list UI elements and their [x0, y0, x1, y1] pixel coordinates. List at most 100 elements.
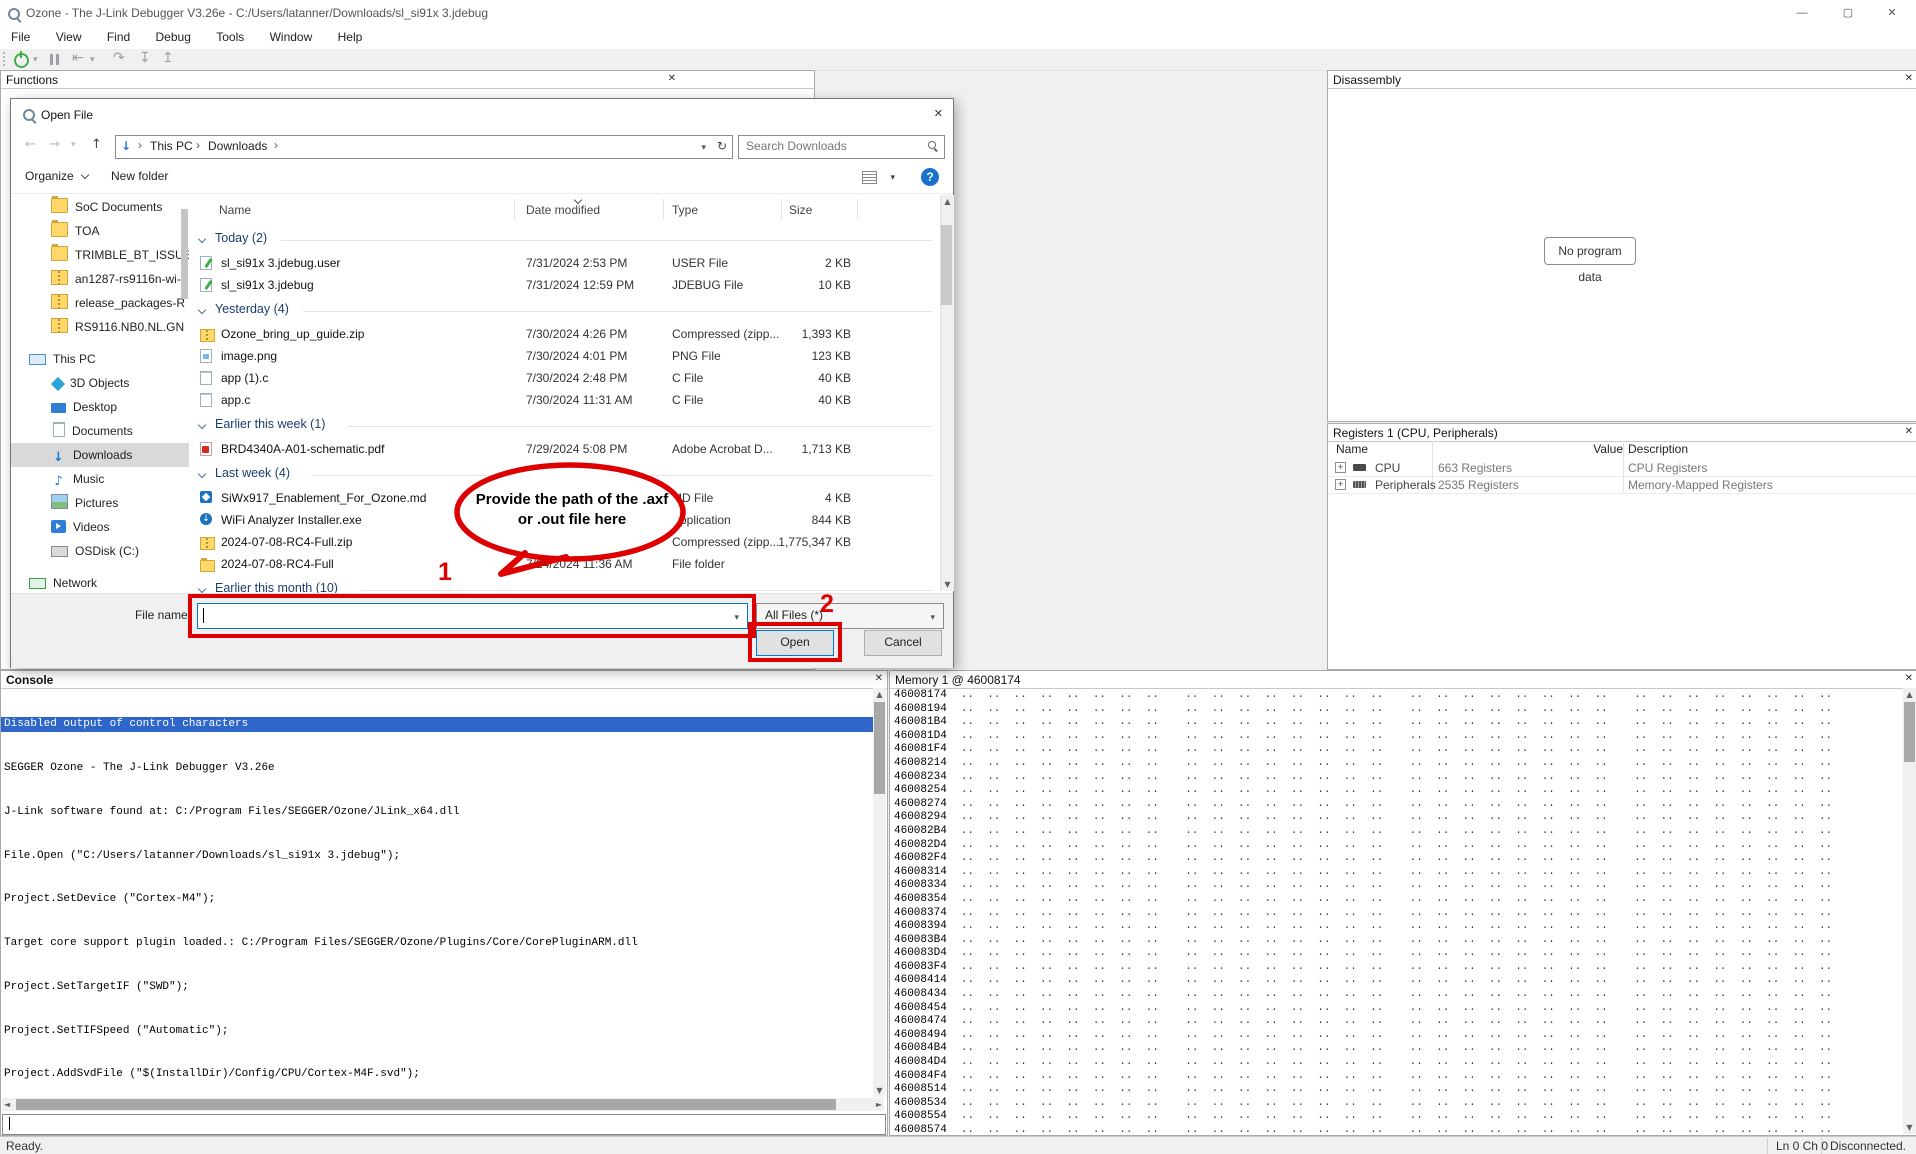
- sidebar-item-rs9116[interactable]: RS9116.NB0.NL.GN: [11, 315, 189, 339]
- scroll-down-icon[interactable]: ▼: [873, 1084, 886, 1097]
- debug-toolbar: ▾ ⇤ ▾ ↷ ↧ ↥: [0, 49, 1916, 71]
- menu-debug[interactable]: Debug: [145, 27, 202, 47]
- scroll-down-icon[interactable]: ▼: [1903, 1121, 1916, 1134]
- column-date-modified[interactable]: Date modified: [526, 203, 600, 217]
- breadcrumb-this-pc[interactable]: This PC: [150, 139, 193, 153]
- sidebar-item-this-pc[interactable]: This PC: [11, 347, 189, 371]
- sidebar-item-toa[interactable]: TOA: [11, 219, 189, 243]
- sidebar-item-trimble[interactable]: TRIMBLE_BT_ISSUE: [11, 243, 189, 267]
- column-name[interactable]: Name: [219, 203, 251, 217]
- sidebar-item-downloads[interactable]: ↓Downloads: [11, 443, 189, 467]
- menu-file[interactable]: File: [0, 27, 41, 47]
- register-name: CPU: [1375, 461, 1400, 475]
- reset-icon[interactable]: ⇤: [72, 50, 84, 66]
- file-row[interactable]: 2024-07-08-RC4-Full.zipCompressed (zipp.…: [191, 531, 940, 553]
- console-vscrollbar[interactable]: ▲ ▼: [873, 688, 886, 1097]
- sidebar-item-release-packages[interactable]: release_packages-R: [11, 291, 189, 315]
- step-out-icon[interactable]: ↥: [162, 50, 174, 66]
- step-into-icon[interactable]: ↧: [139, 50, 151, 66]
- file-row[interactable]: sl_si91x 3.jdebug.user7/31/2024 2:53 PMU…: [191, 252, 940, 274]
- breadcrumb[interactable]: ↓ › This PC › Downloads › ▾: [115, 135, 713, 159]
- up-icon[interactable]: ↑: [91, 137, 102, 152]
- file-row[interactable]: image.png7/30/2024 4:01 PMPNG File123 KB: [191, 345, 940, 367]
- file-row[interactable]: app (1).c7/30/2024 2:48 PMC File40 KB: [191, 367, 940, 389]
- reset-dropdown-icon[interactable]: ▾: [90, 55, 95, 65]
- memory-close-icon[interactable]: ✕: [1905, 673, 1913, 684]
- scroll-up-icon[interactable]: ▲: [873, 688, 886, 701]
- group-header-earlier-week[interactable]: Earlier this week (1): [191, 411, 940, 438]
- close-button[interactable]: ✕: [1870, 0, 1914, 27]
- console-command-input[interactable]: [2, 1114, 886, 1135]
- search-box[interactable]: [738, 135, 945, 159]
- history-dropdown-icon[interactable]: ▾: [71, 140, 76, 150]
- file-row[interactable]: sl_si91x 3.jdebug7/31/2024 12:59 PMJDEBU…: [191, 274, 940, 296]
- annotation-step-1: 1: [438, 558, 452, 587]
- menu-find[interactable]: Find: [96, 27, 141, 47]
- menu-help[interactable]: Help: [327, 27, 374, 47]
- new-folder-button[interactable]: New folder: [111, 169, 168, 183]
- sidebar-item-videos[interactable]: Videos: [11, 515, 189, 539]
- column-type[interactable]: Type: [672, 203, 698, 217]
- sidebar-item-osdisk[interactable]: OSDisk (C:): [11, 539, 189, 563]
- search-input[interactable]: [744, 138, 918, 154]
- pause-icon[interactable]: [56, 54, 59, 65]
- group-header-last-week[interactable]: Last week (4): [191, 460, 940, 487]
- search-icon: [928, 141, 936, 149]
- group-header-yesterday[interactable]: Yesterday (4): [191, 296, 940, 323]
- minimize-button[interactable]: —: [1780, 0, 1824, 27]
- back-icon[interactable]: ←: [25, 137, 36, 152]
- disassembly-close-icon[interactable]: ✕: [1905, 73, 1913, 84]
- file-row[interactable]: app.c7/30/2024 11:31 AMC File40 KB: [191, 389, 940, 411]
- scroll-thumb[interactable]: [941, 225, 952, 305]
- maximize-button[interactable]: ▢: [1826, 0, 1870, 27]
- sidebar-item-soc-documents[interactable]: SoC Documents: [11, 195, 189, 219]
- sidebar-item-desktop[interactable]: Desktop: [11, 395, 189, 419]
- sidebar-item-pictures[interactable]: Pictures: [11, 491, 189, 515]
- register-row-peripherals[interactable]: + Peripherals 2535 Registers Memory-Mapp…: [1328, 476, 1916, 494]
- power-debug-icon[interactable]: [14, 53, 29, 68]
- scroll-thumb[interactable]: [874, 702, 885, 794]
- sidebar-item-an1287[interactable]: an1287-rs9116n-wi-: [11, 267, 189, 291]
- menu-tools[interactable]: Tools: [205, 27, 255, 47]
- address-dropdown-icon[interactable]: ▾: [701, 143, 706, 153]
- functions-close-icon[interactable]: ✕: [668, 73, 676, 84]
- menu-view[interactable]: View: [45, 27, 93, 47]
- view-dropdown-icon[interactable]: ▾: [890, 173, 895, 183]
- scroll-down-icon[interactable]: ▼: [941, 578, 954, 591]
- sidebar-item-documents[interactable]: Documents: [11, 419, 189, 443]
- expand-icon[interactable]: +: [1335, 479, 1346, 490]
- sidebar-item-3d-objects[interactable]: 3D Objects: [11, 371, 189, 395]
- organize-button[interactable]: Organize: [25, 169, 88, 183]
- scroll-up-icon[interactable]: ▲: [1903, 688, 1916, 701]
- dialog-close-icon[interactable]: ✕: [934, 107, 943, 120]
- memory-vscrollbar[interactable]: ▲ ▼: [1903, 688, 1916, 1134]
- console-hscrollbar[interactable]: ◄ ►: [2, 1098, 884, 1111]
- breadcrumb-downloads[interactable]: Downloads: [208, 139, 267, 153]
- column-size[interactable]: Size: [789, 203, 812, 217]
- sidebar-item-network[interactable]: Network: [11, 571, 189, 591]
- scroll-left-icon[interactable]: ◄: [4, 1098, 10, 1111]
- file-row[interactable]: BRD4340A-A01-schematic.pdf7/29/2024 5:08…: [191, 438, 940, 460]
- expand-icon[interactable]: +: [1335, 462, 1346, 473]
- refresh-icon[interactable]: ↻: [712, 135, 733, 159]
- memory-rows[interactable]: 46008174.. .. .. .. .. .. .. .. .. .. ..…: [894, 689, 1902, 1135]
- sidebar-item-music[interactable]: ♪Music: [11, 467, 189, 491]
- group-header-today[interactable]: Today (2): [191, 225, 940, 252]
- scroll-thumb[interactable]: [1904, 702, 1915, 762]
- cancel-button[interactable]: Cancel: [864, 630, 942, 656]
- scroll-right-icon[interactable]: ►: [876, 1098, 882, 1111]
- file-row[interactable]: 2024-07-08-RC4-Full7/24/2024 11:36 AMFil…: [191, 553, 940, 575]
- step-over-icon[interactable]: ↷: [113, 50, 125, 66]
- register-row-cpu[interactable]: + CPU 663 Registers CPU Registers: [1328, 459, 1916, 477]
- pause-icon[interactable]: [50, 54, 53, 65]
- registers-close-icon[interactable]: ✕: [1905, 426, 1913, 437]
- file-row[interactable]: Ozone_bring_up_guide.zip7/30/2024 4:26 P…: [191, 323, 940, 345]
- power-dropdown-icon[interactable]: ▾: [33, 55, 38, 65]
- forward-icon[interactable]: →: [49, 137, 60, 152]
- menu-window[interactable]: Window: [259, 27, 324, 47]
- help-icon[interactable]: ?: [921, 168, 939, 186]
- view-mode-icon[interactable]: [862, 171, 877, 184]
- scroll-up-icon[interactable]: ▲: [941, 195, 954, 208]
- sidebar-scroll-thumb[interactable]: [181, 209, 188, 299]
- scroll-thumb[interactable]: [16, 1099, 836, 1110]
